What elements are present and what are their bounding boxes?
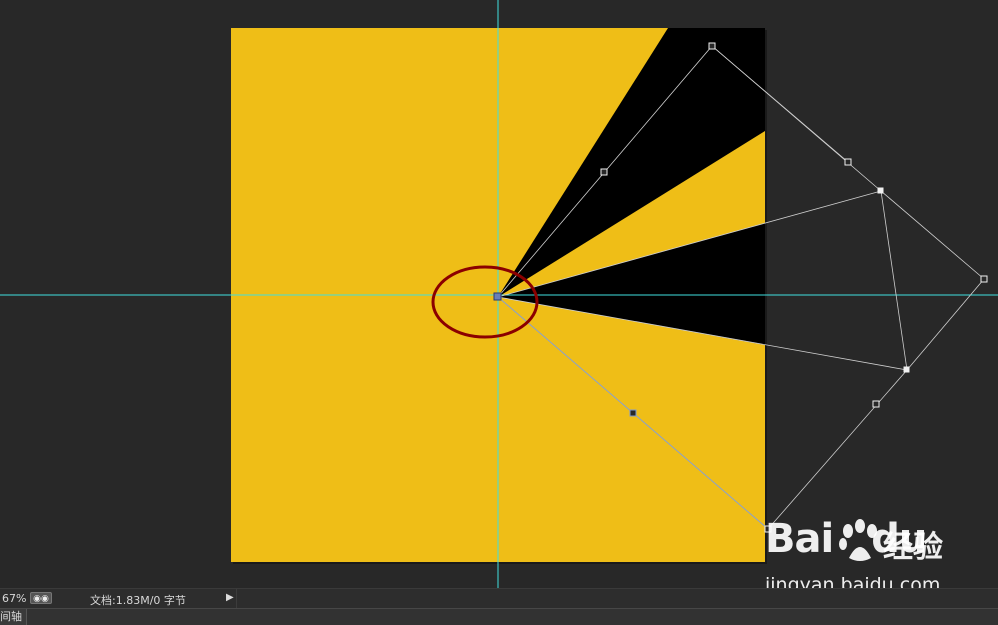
anchor-point-icon[interactable] bbox=[980, 275, 988, 283]
anchor-point-icon[interactable] bbox=[708, 42, 716, 50]
document-info: 文档:1.83M/0 字节 bbox=[90, 594, 186, 607]
anchor-point-icon[interactable] bbox=[629, 409, 637, 417]
anchor-point-icon[interactable] bbox=[844, 158, 852, 166]
tab-timeline[interactable]: 间轴 bbox=[0, 609, 27, 625]
zoom-level[interactable]: 67% bbox=[2, 592, 26, 605]
center-anchor-icon[interactable] bbox=[493, 292, 502, 301]
anchor-point-icon[interactable] bbox=[600, 168, 608, 176]
canvas-workspace[interactable] bbox=[0, 0, 998, 588]
anchor-point-icon[interactable] bbox=[903, 366, 910, 373]
status-divider bbox=[236, 589, 237, 609]
link-icon[interactable]: ◉◉ bbox=[30, 592, 52, 604]
anchor-point-icon[interactable] bbox=[872, 400, 880, 408]
timeline-panel: 间轴 bbox=[0, 608, 998, 625]
anchor-point-icon[interactable] bbox=[877, 187, 884, 194]
watermark-brand-cn: 经验 bbox=[883, 530, 943, 565]
paw-icon bbox=[839, 519, 877, 561]
play-arrow-icon[interactable]: ▶ bbox=[226, 592, 234, 603]
status-bar: 67% ◉◉ 文档:1.83M/0 字节 ▶ bbox=[0, 588, 998, 609]
